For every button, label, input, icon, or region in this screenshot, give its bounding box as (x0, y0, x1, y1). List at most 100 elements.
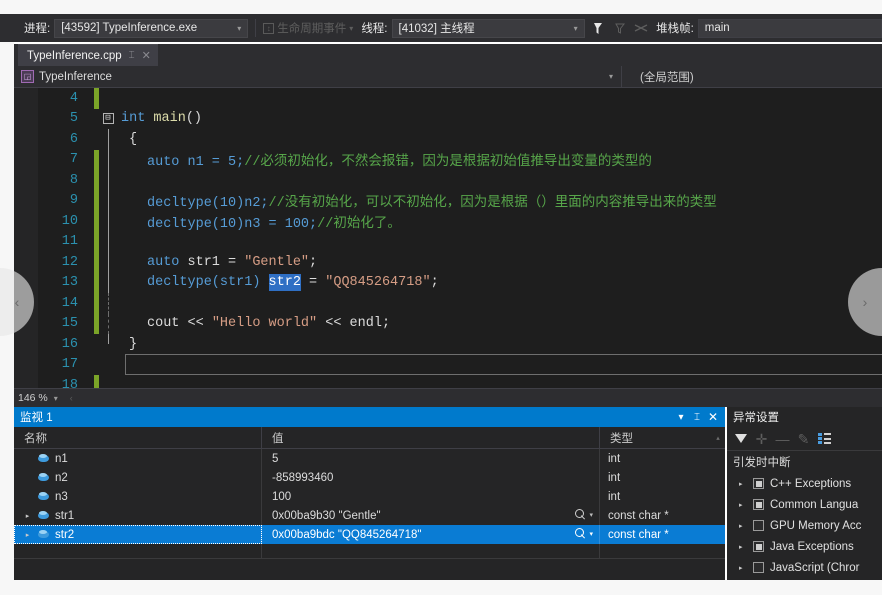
selected-identifier[interactable]: str2 (268, 274, 301, 292)
remove-icon[interactable]: — (775, 431, 790, 446)
project-scope-combobox[interactable]: ◲ TypeInference ▾ (14, 65, 622, 88)
expander-icon[interactable]: ▸ (739, 480, 747, 488)
checkbox[interactable] (753, 499, 764, 510)
checkbox[interactable] (753, 562, 764, 573)
tab-typeinference-cpp[interactable]: TypeInference.cpp ⌶ ✕ (18, 44, 158, 66)
watch-value-cell[interactable]: 0x00ba9b30 "Gentle" ▾ (262, 506, 600, 525)
watch-window-filler (14, 558, 725, 580)
funnel-icon[interactable] (733, 431, 748, 446)
magnifier-icon[interactable] (575, 509, 586, 520)
fold-column (99, 293, 117, 314)
stackframe-combobox[interactable]: main (697, 18, 882, 38)
line-number: 6 (69, 131, 78, 147)
list-icon[interactable] (817, 431, 832, 446)
code-text: int main() (117, 111, 202, 126)
decl-token: decltype(str1) (147, 275, 269, 291)
add-icon[interactable]: ✛ (754, 431, 769, 446)
table-row[interactable]: n2 -858993460 int (14, 468, 725, 487)
line-number: 4 (69, 90, 78, 106)
fold-column[interactable]: ⊟ (99, 109, 117, 130)
thread-combobox[interactable]: [41032] 主线程 ▾ (391, 18, 585, 38)
visual-studio-window: 进程: [43592] TypeInference.exe ▾ ↕ 生命周期事件… (0, 0, 882, 595)
watch-name-cell[interactable]: n1 (14, 449, 262, 468)
code-text: decltype(10)n2;//没有初始化，可以不初始化，因为是根据（）里面的… (117, 190, 717, 211)
column-header-name[interactable]: 名称 (14, 426, 262, 449)
exception-settings-title: 异常设置 (727, 407, 882, 427)
collapse-icon[interactable]: ⊟ (102, 113, 114, 125)
variable-value: 0x00ba9bdc "QQ845264718" (272, 528, 422, 541)
exception-item-gpu[interactable]: ▸ GPU Memory Acc (727, 515, 882, 536)
code-line: 8 (14, 170, 882, 191)
operator-token: << (179, 316, 212, 332)
pin-icon[interactable]: ⌶ (689, 412, 705, 423)
table-row[interactable]: ▸ str2 0x00ba9bdc "QQ845264718" ▾ const … (14, 525, 725, 544)
break-when-thrown-label: 引发时中断 (733, 457, 791, 469)
watch-value-cell[interactable]: 5 (262, 449, 600, 468)
chevron-down-icon[interactable]: ▾ (589, 511, 593, 519)
code-keyword: decltype(10)n2; (147, 196, 269, 212)
exception-item-javascript[interactable]: ▸ JavaScript (Chror (727, 557, 882, 578)
thread-value: [41032] 主线程 (398, 23, 475, 35)
exception-item-java[interactable]: ▸ Java Exceptions (727, 536, 882, 557)
table-row[interactable]: n3 100 int (14, 487, 725, 506)
table-row[interactable]: ▸ str1 0x00ba9b30 "Gentle" ▾ const char … (14, 506, 725, 525)
scroll-up-icon[interactable]: ▴ (711, 434, 725, 442)
variable-name: n3 (55, 490, 68, 503)
string-visualizer-control[interactable]: ▾ (575, 509, 593, 520)
zoom-level-value[interactable]: 146 % (18, 392, 48, 404)
chevron-down-icon[interactable]: ▾ (589, 530, 593, 538)
member-scope-combobox[interactable]: (全局范围) (622, 66, 698, 88)
flag-outline-icon[interactable] (610, 19, 628, 37)
watch-value-cell[interactable]: 0x00ba9bdc "QQ845264718" ▾ (262, 525, 600, 544)
column-header-type[interactable]: 类型 (600, 427, 711, 449)
watch-name-cell[interactable]: n2 (14, 468, 262, 487)
string-visualizer-control[interactable]: ▾ (575, 528, 593, 539)
magnifier-icon[interactable] (575, 528, 586, 539)
string-token: "QQ845264718" (325, 275, 431, 291)
expander-icon[interactable]: ▸ (739, 543, 747, 551)
lifecycle-events-button[interactable]: ↕ 生命周期事件 ▾ (263, 20, 353, 36)
checkbox[interactable] (753, 478, 764, 489)
column-header-value[interactable]: 值 (262, 426, 600, 449)
variable-icon (38, 529, 50, 540)
chevron-right-icon: › (862, 294, 868, 310)
checkbox[interactable] (753, 520, 764, 531)
close-icon[interactable]: ✕ (142, 49, 151, 62)
line-number: 5 (69, 111, 78, 127)
exception-label: GPU Memory Acc (770, 519, 862, 532)
process-combobox[interactable]: [43592] TypeInference.exe ▾ (54, 18, 249, 38)
close-icon[interactable]: ✕ (705, 410, 721, 424)
thread-swap-icon[interactable] (632, 19, 650, 37)
project-icon: ◲ (21, 70, 34, 83)
function-token: main (145, 111, 186, 127)
lifecycle-label: 生命周期事件 (277, 23, 347, 35)
expander-icon[interactable]: ▸ (739, 564, 747, 572)
watch-value-cell[interactable]: -858993460 (262, 468, 600, 487)
fold-guide (108, 190, 109, 211)
edit-icon[interactable]: ✎ (796, 431, 811, 446)
expander-icon[interactable]: ▸ (22, 512, 33, 520)
code-comment: //初始化了。 (317, 216, 401, 232)
flag-filter-icon[interactable] (589, 19, 607, 37)
watch-name-cell[interactable]: n3 (14, 487, 262, 506)
code-editor[interactable]: 4 5 ⊟ int main() 6 {7 auto n1 = 5;//必须初… (14, 88, 882, 388)
checkbox[interactable] (753, 541, 764, 552)
expander-icon[interactable]: ▸ (22, 531, 33, 539)
pin-icon[interactable]: ⌶ (129, 50, 135, 61)
variable-icon (38, 453, 50, 464)
cout-token: cout (147, 316, 180, 332)
scroll-left-icon[interactable]: ‹ (70, 393, 73, 403)
watch-value-cell[interactable]: 100 (262, 487, 600, 506)
expander-icon[interactable]: ▸ (739, 522, 747, 530)
exception-item-clr[interactable]: ▸ Common Langua (727, 494, 882, 515)
watch-title-bar[interactable]: 监视 1 ▾ ⌶ ✕ (14, 407, 725, 427)
watch-name-cell[interactable]: ▸ str1 (14, 506, 262, 525)
chevron-down-icon[interactable]: ▾ (54, 394, 58, 403)
exception-item-cpp[interactable]: ▸ C++ Exceptions (727, 473, 882, 494)
fold-guide (108, 129, 109, 150)
expander-icon[interactable]: ▸ (739, 501, 747, 509)
watch-name-cell[interactable]: ▸ str2 (14, 525, 262, 544)
table-row[interactable]: n1 5 int (14, 449, 725, 468)
window-dropdown-icon[interactable]: ▾ (673, 412, 689, 423)
exception-label: C++ Exceptions (770, 477, 852, 490)
